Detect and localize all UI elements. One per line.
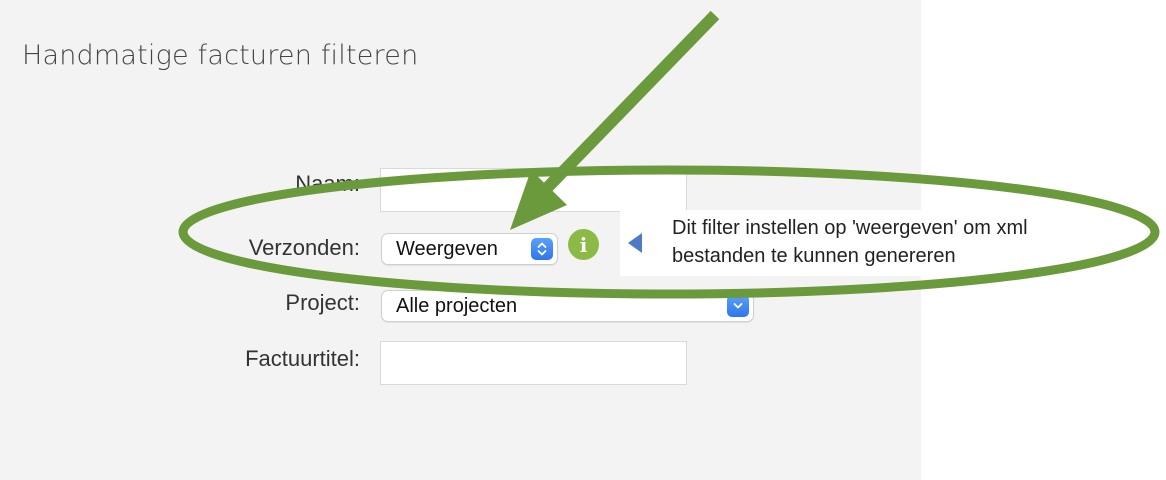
verzonden-select[interactable]: Weergeven	[382, 234, 557, 264]
tooltip-arrow-icon	[628, 233, 642, 253]
info-tooltip: Dit filter instellen op 'weergeven' om x…	[620, 210, 1120, 276]
project-label: Project:	[285, 290, 360, 315]
page-title: Handmatige facturen filteren	[22, 40, 419, 71]
info-icon[interactable]: i	[568, 229, 599, 260]
project-select-value: Alle projecten	[396, 294, 518, 317]
naam-input[interactable]	[380, 168, 687, 212]
verzonden-label: Verzonden:	[248, 235, 360, 260]
project-select[interactable]: Alle projecten	[382, 291, 753, 321]
naam-label: Naam:	[295, 171, 360, 196]
tooltip-text: Dit filter instellen op 'weergeven' om x…	[672, 217, 1028, 267]
chevron-down-icon	[727, 295, 749, 317]
chevron-updown-icon	[531, 238, 553, 260]
factuurtitel-label: Factuurtitel:	[245, 346, 360, 371]
factuurtitel-input[interactable]	[380, 341, 687, 385]
verzonden-select-value: Weergeven	[396, 237, 498, 260]
